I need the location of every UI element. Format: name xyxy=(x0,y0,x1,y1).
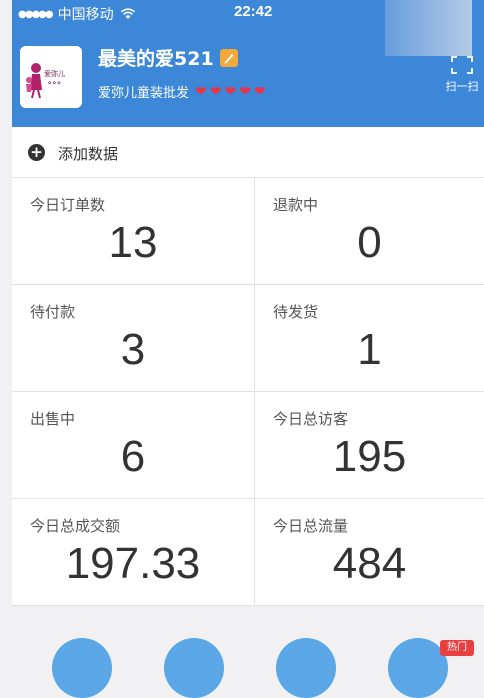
heart-icon: ❤ xyxy=(253,83,266,100)
scan-icon xyxy=(451,56,473,74)
stat-label: 今日总访客 xyxy=(273,410,349,428)
store-subtitle-text: 爱弥儿童装批发 xyxy=(98,86,190,101)
stat-value: 197.33 xyxy=(65,539,201,588)
stat-value: 6 xyxy=(120,432,146,481)
shortcut-button[interactable] xyxy=(276,638,336,698)
stat-label: 出售中 xyxy=(30,410,76,428)
heart-icon: ❤ xyxy=(209,83,222,100)
wifi-icon xyxy=(120,8,135,19)
shortcut-button[interactable] xyxy=(388,638,448,698)
store-subtitle: 爱弥儿童装批发 ❤ ❤ ❤ ❤ ❤ xyxy=(98,82,266,102)
store-logo[interactable]: 爱弥儿 ✿ ✿ ✿ xyxy=(20,46,82,108)
signal-icon: ●●●●● xyxy=(18,8,54,20)
add-data-row[interactable]: + 添加数据 xyxy=(12,127,484,178)
store-bar: 爱弥儿 ✿ ✿ ✿ 最美的爱521 爱弥儿童装批发 ❤ ❤ ❤ ❤ ❤ 扫一扫 xyxy=(12,30,484,127)
stat-on-sale[interactable]: 出售中 6 xyxy=(12,392,255,499)
stat-value: 0 xyxy=(357,218,382,267)
store-logo-image: 爱弥儿 ✿ ✿ ✿ xyxy=(20,46,82,108)
stat-today-visitors[interactable]: 今日总访客 195 xyxy=(255,392,484,499)
stat-label: 待付款 xyxy=(30,303,76,321)
shortcut-button[interactable] xyxy=(52,638,112,698)
stat-pending-payment[interactable]: 待付款 3 xyxy=(12,285,255,392)
stat-value: 195 xyxy=(332,432,407,481)
stat-today-turnover[interactable]: 今日总成交额 197.33 xyxy=(12,499,255,606)
stat-pending-shipment[interactable]: 待发货 1 xyxy=(255,285,484,392)
stat-value: 3 xyxy=(120,325,146,374)
scan-button[interactable]: 扫一扫 xyxy=(440,56,484,94)
clock: 22:42 xyxy=(234,3,273,20)
plus-icon: + xyxy=(28,144,45,161)
stat-today-orders[interactable]: 今日订单数 13 xyxy=(12,178,255,285)
svg-text:爱弥儿: 爱弥儿 xyxy=(44,69,65,78)
stat-value: 484 xyxy=(332,539,407,588)
heart-icon: ❤ xyxy=(195,83,207,100)
heart-icon: ❤ xyxy=(239,83,251,100)
shortcut-button[interactable] xyxy=(164,638,224,698)
stat-label: 今日总流量 xyxy=(273,517,349,535)
hot-badge: 热门 xyxy=(440,640,474,656)
stat-today-traffic[interactable]: 今日总流量 484 xyxy=(255,499,484,606)
stat-value: 13 xyxy=(108,218,158,267)
stats-grid: 今日订单数 13 退款中 0 待付款 3 待发货 1 出售中 6 今日总访客 1… xyxy=(12,178,484,606)
add-data-label: 添加数据 xyxy=(58,145,119,163)
edit-icon[interactable] xyxy=(219,48,238,67)
shortcut-bar xyxy=(12,606,484,698)
scan-label: 扫一扫 xyxy=(445,80,479,93)
store-name[interactable]: 最美的爱521 xyxy=(98,44,238,71)
stat-label: 待发货 xyxy=(273,303,319,321)
store-name-text: 最美的爱521 xyxy=(98,48,214,70)
rating-hearts: ❤ ❤ ❤ ❤ ❤ xyxy=(195,84,266,100)
stat-value: 1 xyxy=(357,325,382,374)
stat-refunding[interactable]: 退款中 0 xyxy=(255,178,484,285)
svg-text:✿ ✿ ✿: ✿ ✿ ✿ xyxy=(48,80,61,85)
stat-label: 退款中 xyxy=(273,196,319,214)
heart-icon: ❤ xyxy=(224,83,237,100)
stat-label: 今日总成交额 xyxy=(30,517,121,535)
carrier-label: 中国移动 xyxy=(57,7,114,23)
stat-label: 今日订单数 xyxy=(30,196,106,214)
